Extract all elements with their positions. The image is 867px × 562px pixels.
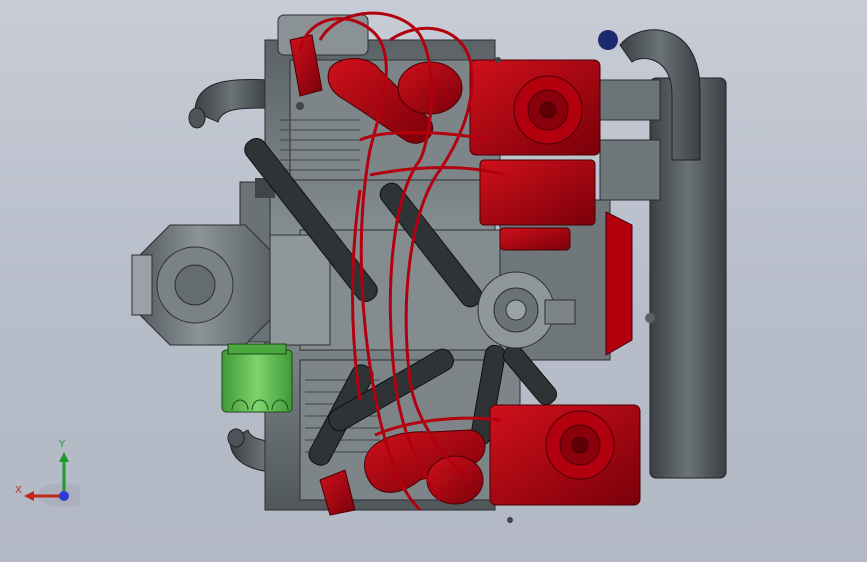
engine-model[interactable]	[0, 0, 867, 562]
red-side-cover	[605, 211, 633, 356]
y-axis-label: Y	[59, 439, 66, 450]
ignition-bottom	[489, 404, 641, 506]
axis-triad-icon	[24, 452, 90, 507]
ignition-top	[469, 59, 601, 251]
x-axis-label: X	[15, 485, 22, 496]
orientation-triad: Y X	[10, 439, 90, 510]
graphics-viewport[interactable]: Y X	[0, 0, 867, 562]
oil-filter	[221, 343, 293, 413]
